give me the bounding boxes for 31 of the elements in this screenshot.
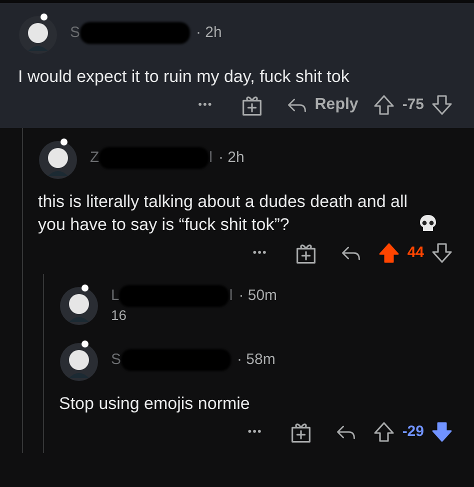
user-flair: 16 [111, 307, 128, 324]
avatar-icon[interactable] [38, 136, 78, 180]
post-time: · 2h [196, 22, 222, 43]
more-button[interactable]: ••• [198, 96, 213, 114]
upvote-icon[interactable] [372, 93, 396, 117]
vote-score: -75 [402, 94, 424, 115]
more-button[interactable]: ••• [248, 424, 262, 440]
post-time: · 2h [218, 148, 244, 168]
downvote-icon[interactable] [430, 93, 454, 117]
vote-score: -29 [402, 422, 424, 442]
username-fragment: S [111, 350, 122, 370]
avatar-icon[interactable] [59, 338, 99, 382]
post-time: · 58m [237, 350, 276, 370]
username-fragment: l [229, 286, 233, 306]
downvote-icon[interactable] [430, 241, 454, 265]
username-fragment: Z [90, 148, 100, 168]
username-fragment: l [209, 148, 213, 168]
upvote-icon[interactable] [372, 420, 396, 444]
vote-score: 44 [407, 242, 424, 263]
avatar-icon[interactable] [59, 282, 99, 326]
reply-button[interactable]: Reply [284, 93, 358, 117]
username-fragment: L [111, 286, 120, 306]
downvote-icon[interactable] [430, 420, 454, 444]
post-time: · 50m [238, 286, 278, 306]
comment-text: this is literally talking about a dudes death and all you have to say is “fuck shit tok”? [38, 191, 409, 236]
username-fragment: S [70, 22, 80, 43]
more-button[interactable]: ••• [252, 244, 268, 262]
avatar-icon[interactable] [18, 11, 58, 55]
comment-text: I would expect it to ruin my day, fuck shit tok [18, 66, 350, 88]
upvote-icon[interactable] [377, 241, 402, 265]
comment-text: Stop using emojis normie [59, 393, 250, 415]
